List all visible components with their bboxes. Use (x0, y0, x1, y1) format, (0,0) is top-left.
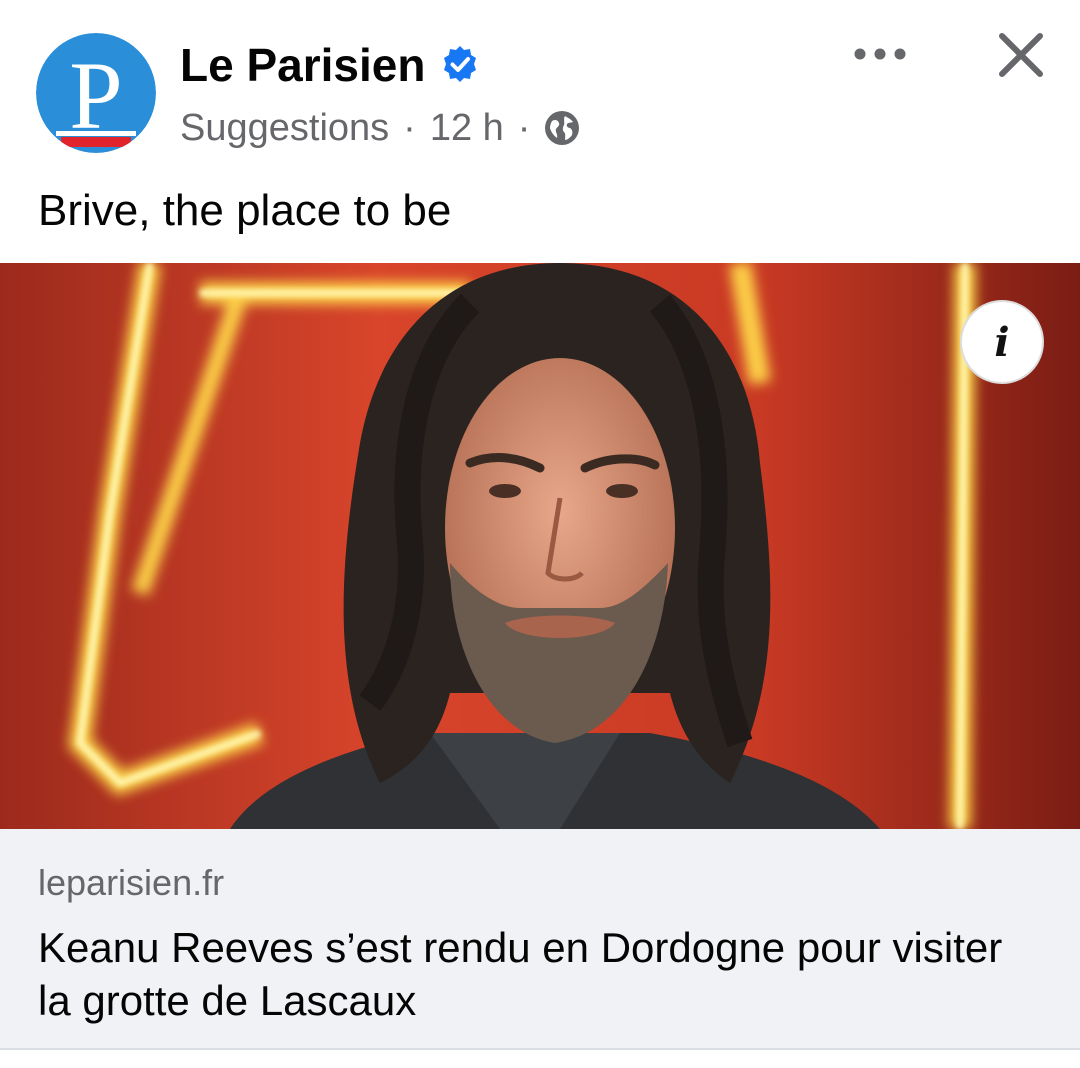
more-options-icon[interactable] (850, 30, 910, 80)
le-parisien-logo: P (36, 33, 156, 153)
post-time[interactable]: 12 h (430, 107, 504, 150)
post-caption: Brive, the place to be (38, 186, 452, 235)
verified-badge-icon (444, 46, 476, 82)
link-domain: leparisien.fr (38, 862, 225, 903)
page-avatar[interactable]: P (36, 33, 156, 153)
link-headline: Keanu Reeves s’est rendu en Dordogne pou… (38, 924, 1003, 1024)
post-image[interactable] (0, 263, 1080, 829)
post-header: P Le Parisien Suggestions · 12 h · Brive… (0, 0, 1080, 235)
suggestions-label: Suggestions (180, 106, 390, 149)
info-icon[interactable]: i (960, 300, 1044, 384)
link-preview[interactable]: leparisien.fr Keanu Reeves s’est rendu e… (0, 829, 1080, 1050)
post-meta: Suggestions · 12 h · (180, 104, 580, 152)
close-icon[interactable] (994, 28, 1048, 82)
meta-separator: · (403, 106, 416, 149)
meta-separator: · (517, 106, 531, 149)
page-name[interactable]: Le Parisien (180, 38, 425, 92)
globe-icon (545, 111, 580, 145)
feed-post: P Le Parisien Suggestions · 12 h · Brive… (0, 0, 1080, 1068)
avatar-letter: P (69, 42, 122, 149)
portrait-photo (0, 263, 1080, 829)
